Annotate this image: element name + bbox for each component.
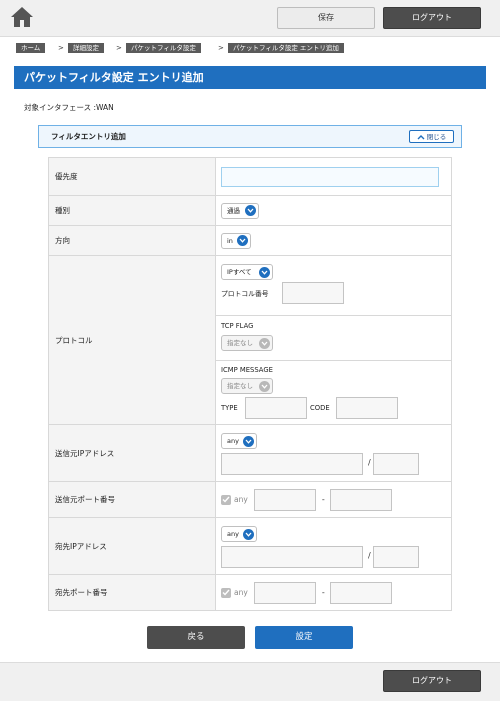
source-port-any-checkbox[interactable] (221, 494, 231, 505)
row-priority: 優先度 (48, 157, 452, 196)
source-port-dash: - (321, 495, 325, 504)
chevron-down-icon (245, 205, 256, 216)
destination-ip-slash: / (368, 551, 371, 560)
source-ip-address-input[interactable] (221, 453, 363, 475)
destination-port-dash: - (321, 588, 325, 597)
row-source-port: 送信元ポート番号 any - (48, 481, 452, 518)
set-button[interactable]: 設定 (255, 626, 353, 649)
destination-ip-select[interactable]: any (221, 526, 257, 542)
filter-entry-form: 優先度 種別 通過 方向 in プロトコル IPすべて プロトコル番号 TCP … (48, 157, 452, 611)
top-bar: 保存 ログアウト (0, 0, 500, 37)
protocol-number-input[interactable] (282, 282, 344, 304)
destination-ip-select-value: any (227, 530, 239, 538)
breadcrumb-separator: > (218, 44, 224, 52)
destination-port-to-input[interactable] (330, 581, 393, 604)
chevron-down-icon (259, 266, 270, 278)
destination-port-label: 宛先ポート番号 (48, 574, 216, 611)
direction-select[interactable]: in (221, 232, 251, 249)
breadcrumb-packet-filter[interactable]: パケットフィルタ設定 (126, 43, 201, 53)
destination-port-any-label: any (234, 588, 248, 597)
breadcrumb-home[interactable]: ホーム (16, 43, 46, 53)
row-direction: 方向 in (48, 225, 452, 256)
row-protocol: プロトコル IPすべて プロトコル番号 TCP FLAG 指定なし ICMP M… (48, 255, 452, 425)
destination-port-any-checkbox[interactable] (221, 587, 231, 598)
panel-title: フィルタエントリ追加 (51, 132, 126, 141)
breadcrumb-separator: > (116, 44, 122, 52)
destination-ip-mask-input[interactable] (373, 546, 419, 568)
source-port-any-label: any (234, 495, 248, 504)
collapse-label: 閉じる (426, 133, 447, 141)
icmp-group: ICMP MESSAGE 指定なし TYPE CODE (216, 361, 451, 424)
icmp-message-label: ICMP MESSAGE (221, 366, 273, 374)
icmp-type-input[interactable] (245, 397, 307, 419)
row-destination-port: 宛先ポート番号 any - (48, 574, 452, 611)
footer-logout-button[interactable]: ログアウト (383, 670, 481, 692)
tcp-flag-select-value: 指定なし (227, 339, 253, 347)
tcp-flag-group: TCP FLAG 指定なし (216, 316, 451, 361)
protocol-select[interactable]: IPすべて (221, 264, 273, 280)
chevron-down-icon (243, 528, 254, 540)
save-button[interactable]: 保存 (277, 7, 375, 29)
breadcrumb-separator: > (58, 44, 64, 52)
row-source-ip: 送信元IPアドレス any / (48, 424, 452, 482)
icmp-code-input[interactable] (336, 397, 398, 419)
destination-port-from-input[interactable] (254, 581, 317, 604)
icmp-code-label: CODE (310, 404, 330, 412)
logout-button[interactable]: ログアウト (383, 7, 481, 29)
tcp-flag-label: TCP FLAG (221, 322, 254, 330)
footer-bar: ログアウト (0, 662, 500, 701)
source-ip-select[interactable]: any (221, 433, 257, 449)
source-port-label: 送信元ポート番号 (48, 481, 216, 518)
source-ip-select-value: any (227, 437, 239, 445)
check-icon (222, 589, 230, 596)
row-destination-ip: 宛先IPアドレス any / (48, 517, 452, 575)
chevron-down-icon (259, 380, 270, 392)
protocol-label: プロトコル (48, 255, 216, 425)
source-ip-slash: / (368, 458, 371, 467)
source-port-to-input[interactable] (330, 488, 393, 511)
protocol-select-group: IPすべて プロトコル番号 (216, 256, 451, 316)
direction-select-value: in (227, 236, 233, 245)
chevron-down-icon (259, 337, 270, 349)
check-icon (222, 496, 230, 503)
target-interface: 対象インタフェース :WAN (24, 103, 114, 112)
chevron-down-icon (237, 235, 248, 246)
destination-ip-label: 宛先IPアドレス (48, 517, 216, 575)
source-ip-label: 送信元IPアドレス (48, 424, 216, 482)
filter-entry-panel-header: フィルタエントリ追加 閉じる (38, 125, 462, 148)
source-ip-mask-input[interactable] (373, 453, 419, 475)
protocol-number-label: プロトコル番号 (221, 290, 269, 298)
protocol-select-value: IPすべて (227, 268, 252, 276)
page-title: パケットフィルタ設定 エントリ追加 (14, 66, 486, 89)
priority-label: 優先度 (48, 157, 216, 196)
back-button[interactable]: 戻る (147, 626, 245, 649)
type-label: 種別 (48, 195, 216, 226)
breadcrumb-advanced[interactable]: 詳細設定 (68, 43, 104, 53)
type-select-value: 通過 (227, 206, 240, 215)
direction-label: 方向 (48, 225, 216, 256)
chevron-down-icon (243, 435, 254, 447)
home-icon[interactable] (10, 6, 34, 28)
chevron-up-icon (417, 135, 425, 140)
type-select[interactable]: 通過 (221, 202, 259, 219)
icmp-message-select-value: 指定なし (227, 382, 253, 390)
icmp-type-label: TYPE (221, 404, 238, 412)
breadcrumb-current: パケットフィルタ設定 エントリ追加 (228, 43, 344, 53)
tcp-flag-select[interactable]: 指定なし (221, 335, 273, 351)
destination-ip-address-input[interactable] (221, 546, 363, 568)
priority-input[interactable] (221, 166, 439, 187)
row-type: 種別 通過 (48, 195, 452, 226)
icmp-message-select[interactable]: 指定なし (221, 378, 273, 394)
source-port-from-input[interactable] (254, 488, 317, 511)
collapse-button[interactable]: 閉じる (409, 130, 454, 143)
